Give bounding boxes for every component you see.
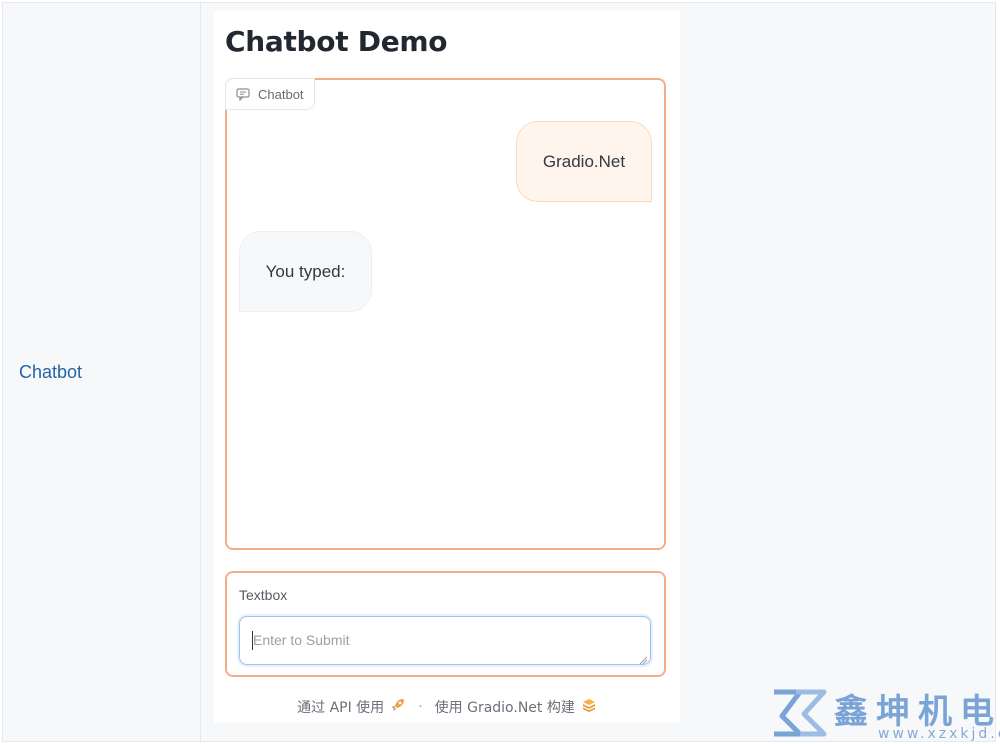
table-label-cell: Chatbot (3, 3, 201, 741)
textbox-panel: Textbox Enter to Submit (225, 571, 666, 677)
user-message: Gradio.Net (516, 121, 652, 202)
footer-separator: · (418, 699, 423, 715)
textbox-label: Textbox (239, 587, 288, 603)
use-via-api-text: 通过 API 使用 (297, 700, 385, 716)
watermark-url: www.xzxkjd.com (878, 726, 1000, 742)
message-input-placeholder: Enter to Submit (253, 632, 350, 648)
built-with-text: 使用 Gradio.Net 构建 (434, 700, 575, 716)
chat-bubble-icon (236, 87, 250, 101)
message-input[interactable]: Enter to Submit (239, 616, 651, 665)
page-title: Chatbot Demo (225, 25, 448, 58)
watermark: 鑫坤机电 www.xzxkjd.com (770, 684, 1000, 744)
bot-message: You typed: (239, 231, 372, 312)
built-with-link[interactable]: 使用 Gradio.Net 构建 (435, 697, 575, 717)
bot-message-text: You typed: (265, 261, 346, 281)
chatbot-panel[interactable]: Chatbot Gradio.Net You typed: (225, 78, 666, 550)
footer: 通过 API 使用 · 使用 Gradio.Net 构建 (214, 697, 680, 717)
chatbot-doc-link[interactable]: Chatbot (19, 362, 82, 383)
table-demo-cell: Chatbot Demo Chatbot Gradio.Net You type… (201, 3, 995, 741)
xz-logo-icon (770, 688, 828, 743)
demo-card: Chatbot Demo Chatbot Gradio.Net You type… (214, 11, 680, 723)
resize-handle-icon[interactable] (638, 652, 648, 665)
doc-table: Chatbot Chatbot Demo Chatbot Gradio.Net … (2, 2, 996, 742)
rocket-icon (390, 697, 406, 717)
user-message-text: Gradio.Net (542, 151, 626, 171)
logo-icon (581, 697, 597, 717)
use-via-api-link[interactable]: 通过 API 使用 (297, 697, 384, 717)
chatbot-label-tag: Chatbot (225, 78, 315, 110)
chatbot-label: Chatbot (258, 86, 304, 102)
